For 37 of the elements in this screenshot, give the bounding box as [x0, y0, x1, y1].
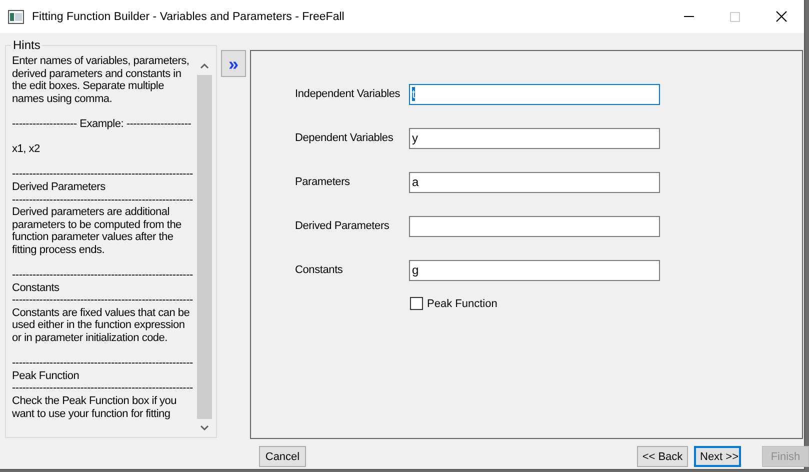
- input-field[interactable]: y: [409, 128, 660, 148]
- hint-text: -----------------------------------------------------: [12, 357, 194, 370]
- field-label: Independent Variables: [295, 88, 402, 100]
- field-label: Parameters: [295, 176, 351, 188]
- hint-text: -----------------------------------------------------: [12, 269, 194, 282]
- hint-text: Constants: [12, 282, 60, 294]
- input-field[interactable]: g: [409, 260, 660, 280]
- close-icon[interactable]: [776, 11, 786, 22]
- hint-text: -----------------------------------------------------: [12, 294, 194, 307]
- input-field[interactable]: t: [409, 84, 660, 104]
- hint-text: ------------------- Example: -------------------: [12, 118, 192, 131]
- window-title: Fitting Function Builder - Variables and Parameters - FreeFall: [32, 10, 346, 22]
- hint-text: Peak Function: [12, 370, 80, 382]
- scroll-up-icon[interactable]: [200, 63, 209, 69]
- field-label: Dependent Variables: [295, 132, 394, 144]
- hint-text: Constants are fixed values that can be used either in the function expression or in parameter initialization code.: [12, 306, 191, 345]
- dialog-button[interactable]: Next >>: [694, 446, 741, 467]
- field-label: Derived Parameters: [295, 220, 390, 232]
- scroll-down-icon[interactable]: [200, 425, 209, 431]
- hint-text: -----------------------------------------------------: [12, 194, 194, 206]
- hint-text: Enter names of variables, parameters, derived parameters and constants in the edit boxes. Separate multiple names using comma.: [12, 55, 190, 106]
- hint-text: Check the Peak Function box if you want to use your function for fitting: [12, 395, 178, 420]
- hint-text: -----------------------------------------------------: [12, 382, 194, 396]
- hint-text: x1, x2: [12, 143, 41, 156]
- dialog-button[interactable]: Cancel: [259, 446, 306, 467]
- hints-title: Hints: [11, 39, 42, 52]
- hint-text: Derived Parameters: [12, 180, 106, 194]
- dialog-button[interactable]: << Back: [637, 446, 688, 467]
- hint-text: -----------------------------------------------------: [12, 168, 194, 181]
- expand-button[interactable]: »: [221, 50, 246, 77]
- input-field[interactable]: [409, 216, 660, 236]
- field-label: Constants: [295, 264, 344, 276]
- checkbox[interactable]: [410, 297, 423, 310]
- checkbox-label: Peak Function: [427, 298, 498, 310]
- input-field[interactable]: a: [409, 172, 660, 192]
- app-icon: [8, 10, 24, 24]
- hint-text: Derived parameters are additional parameters to be computed from the function parameter values after the fitting process ends.: [12, 206, 182, 256]
